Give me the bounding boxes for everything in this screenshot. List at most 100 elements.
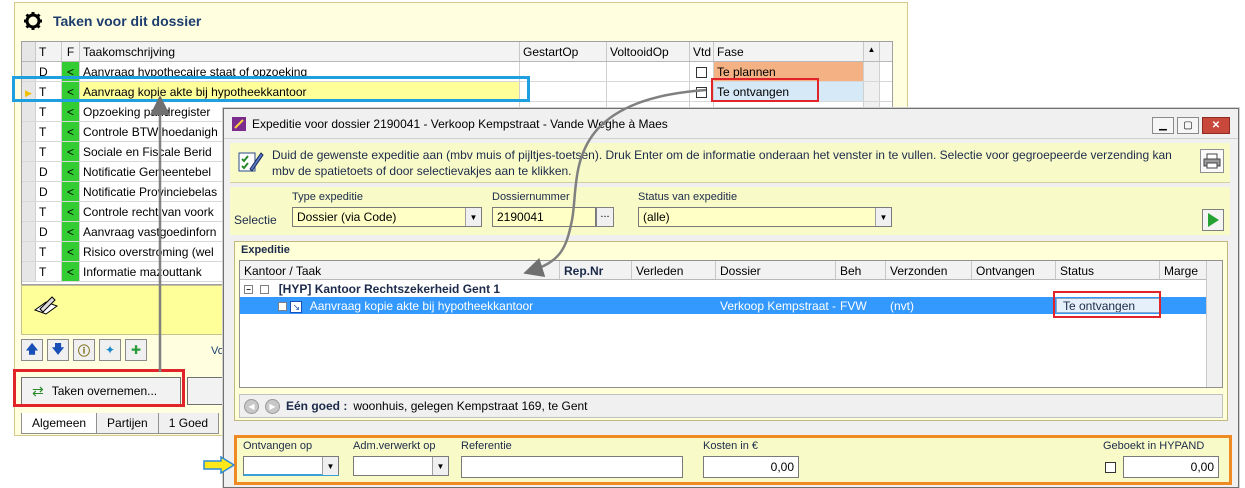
kosten-label: Kosten in € — [703, 440, 759, 452]
row-indicator[interactable] — [22, 102, 36, 121]
collapse-icon[interactable]: − — [244, 285, 253, 295]
tab-partijen[interactable]: Partijen — [96, 413, 159, 434]
cell-f: < — [62, 262, 80, 281]
maximize-button[interactable]: ▢ — [1177, 117, 1199, 134]
table-row[interactable]: ▶ T < Aanvraag kopie akte bij hypotheekkant… — [22, 82, 892, 102]
cell-fase: Te plannen — [714, 62, 864, 81]
minimize-icon: ▁ — [1159, 120, 1167, 131]
next-goed-icon[interactable]: ▶ — [265, 398, 280, 414]
info-transfer-button[interactable]: ✚ — [125, 339, 147, 361]
col-header-taakomschrijving[interactable]: Taakomschrijving — [80, 42, 520, 61]
move-up-button[interactable]: 🡅 — [21, 339, 43, 361]
task-label: Aanvraag kopie akte bij hypotheekkantoor — [309, 299, 534, 313]
close-icon: ✕ — [1211, 120, 1221, 131]
dossier-lookup-button[interactable]: ... — [596, 207, 614, 227]
expeditie-grid-scrollbar[interactable] — [1206, 261, 1222, 387]
type-expeditie-select[interactable]: Dossier (via Code) ▼ — [292, 207, 482, 227]
col-header-ontvangen[interactable]: Ontvangen — [972, 261, 1056, 279]
expeditie-titlebar[interactable]: Expeditie voor dossier 2190041 - Verkoop… — [224, 109, 1238, 139]
task-beh: FVW — [840, 299, 867, 313]
previous-goed-icon[interactable]: ◀ — [244, 398, 259, 414]
yellow-pointer-arrow-icon — [203, 456, 235, 474]
row-indicator[interactable] — [22, 162, 36, 181]
vtd-checkbox[interactable] — [696, 67, 707, 79]
cell-t: T — [36, 102, 62, 121]
dossiernummer-label: Dossiernummer — [492, 191, 570, 203]
expeditie-task-row[interactable]: ↘ Aanvraag kopie akte bij hypotheekkanto… — [240, 297, 1222, 314]
col-header-vtd[interactable]: Vtd — [690, 42, 714, 61]
expeditie-group-row[interactable]: − [HYP] Kantoor Rechtszekerheid Gent 1 — [240, 280, 1222, 297]
chevron-down-icon[interactable]: ▼ — [322, 457, 338, 475]
col-header-gestartop[interactable]: GestartOp — [520, 42, 607, 61]
kosten-input[interactable]: 0,00 — [703, 456, 799, 478]
cell-f: < — [62, 222, 80, 241]
cell-f: < — [62, 142, 80, 161]
col-header-verzonden[interactable]: Verzonden — [886, 261, 972, 279]
expeditie-section: Expeditie Kantoor / Taak Rep.Nr Verleden… — [234, 241, 1228, 421]
col-header-kantoor-taak[interactable]: Kantoor / Taak — [240, 261, 560, 279]
tab-algemeen[interactable]: Algemeen — [21, 413, 98, 434]
scroll-up-arrow[interactable]: ▲ — [864, 42, 880, 61]
taken-overnemen-button[interactable]: ⇄ Taken overnemen... — [21, 377, 181, 405]
col-header-voltooidop[interactable]: VoltooidOp — [607, 42, 690, 61]
col-header-f[interactable]: F — [62, 42, 80, 61]
chevron-down-icon[interactable]: ▼ — [465, 208, 481, 226]
play-icon — [1207, 213, 1219, 227]
group-checkbox[interactable] — [260, 285, 270, 295]
col-header-fase[interactable]: Fase — [714, 42, 864, 61]
secondary-button[interactable] — [187, 377, 227, 405]
grid-scrollbar[interactable] — [864, 82, 880, 101]
row-indicator[interactable] — [22, 242, 36, 261]
type-expeditie-label: Type expeditie — [292, 191, 363, 203]
status-expeditie-select[interactable]: (alle) ▼ — [638, 207, 892, 227]
row-indicator[interactable] — [22, 222, 36, 241]
ontvangen-op-input[interactable]: ▼ — [243, 456, 339, 476]
move-down-button[interactable]: 🡇 — [47, 339, 69, 361]
info-multi-button[interactable]: ✦ — [99, 339, 121, 361]
checklist-pen-icon — [238, 152, 264, 172]
col-header-marge[interactable]: Marge — [1160, 261, 1208, 279]
col-header-repnr[interactable]: Rep.Nr — [560, 261, 632, 279]
expeditie-section-title: Expeditie — [241, 244, 290, 256]
minimize-button[interactable]: ▁ — [1152, 117, 1174, 134]
run-selection-button[interactable] — [1202, 209, 1224, 231]
col-header-t[interactable]: T — [36, 42, 62, 61]
close-button[interactable]: ✕ — [1202, 117, 1230, 134]
geboekt-input[interactable]: 0,00 — [1123, 456, 1219, 478]
geboekt-checkbox[interactable] — [1105, 462, 1116, 473]
col-header-dossier[interactable]: Dossier — [716, 261, 836, 279]
cell-gestartop — [520, 82, 607, 101]
dossiernummer-input[interactable]: 2190041 — [492, 207, 596, 227]
expeditie-detail-band: Ontvangen op ▼ Adm.verwerkt op ▼ Referen… — [234, 435, 1232, 485]
row-indicator[interactable] — [22, 122, 36, 141]
referentie-input[interactable] — [461, 456, 683, 478]
col-header-verleden[interactable]: Verleden — [632, 261, 716, 279]
row-indicator[interactable]: ▶ — [22, 82, 36, 101]
table-row[interactable]: D < Aanvraag hypothecaire staat of opzoeki… — [22, 62, 892, 82]
vtd-checkbox[interactable] — [696, 87, 707, 99]
row-indicator[interactable] — [22, 182, 36, 201]
cell-t: D — [36, 162, 62, 181]
print-button[interactable] — [1200, 149, 1224, 173]
cell-taakomschrijving: Aanvraag kopie akte bij hypotheekkantoor — [80, 82, 520, 101]
cell-t: T — [36, 262, 62, 281]
col-header-status[interactable]: Status — [1056, 261, 1160, 279]
task-checkbox[interactable] — [278, 302, 287, 312]
cell-f: < — [62, 162, 80, 181]
col-header-beh[interactable]: Beh — [836, 261, 886, 279]
grid-scrollbar[interactable] — [864, 62, 880, 81]
row-indicator[interactable] — [22, 62, 36, 81]
taken-header: Taken voor dit dossier — [15, 3, 907, 39]
row-indicator[interactable] — [22, 142, 36, 161]
cell-f: < — [62, 202, 80, 221]
adm-verwerkt-input[interactable]: ▼ — [353, 456, 449, 476]
chevron-down-icon[interactable]: ▼ — [432, 457, 448, 475]
selectie-label: Selectie — [234, 213, 277, 227]
cell-t: D — [36, 222, 62, 241]
info-button[interactable]: ⓘ — [73, 339, 95, 361]
expeditie-grid[interactable]: Kantoor / Taak Rep.Nr Verleden Dossier B… — [239, 260, 1223, 388]
chevron-down-icon[interactable]: ▼ — [875, 208, 891, 226]
row-indicator[interactable] — [22, 262, 36, 281]
row-indicator[interactable] — [22, 202, 36, 221]
tab-1-goed[interactable]: 1 Goed — [157, 413, 220, 434]
